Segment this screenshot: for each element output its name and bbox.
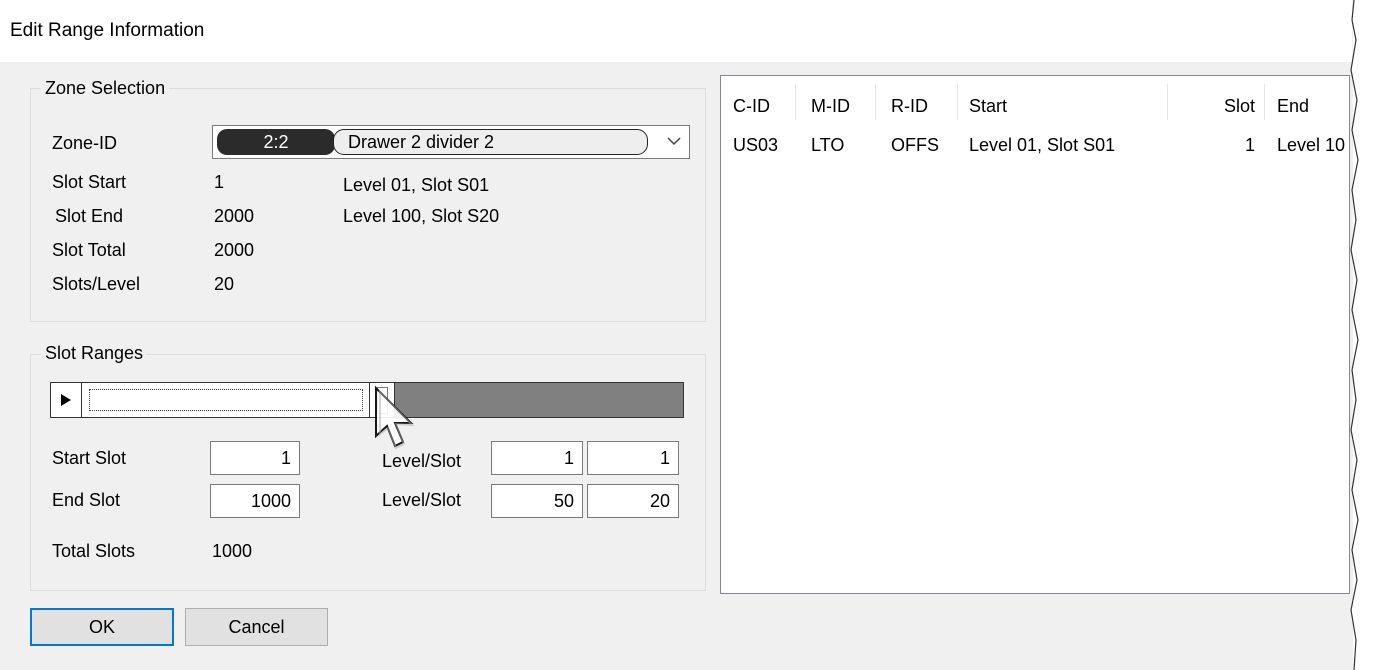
total-slots-value: 1000 [212, 541, 253, 561]
slots-per-level-label: Slots/Level [52, 274, 141, 294]
mouse-cursor-icon [375, 385, 415, 450]
cell-m-id: LTO [811, 135, 845, 155]
slot-start-desc: Level 01, Slot S01 [343, 175, 490, 195]
slot-end-label: Slot End [55, 206, 124, 226]
end-level-slot-label: Level/Slot [382, 490, 462, 510]
edit-range-dialog: Edit Range Information Zone Selection Zo… [0, 0, 1353, 670]
cancel-button[interactable]: Cancel [185, 608, 328, 646]
end-level-input[interactable]: 50 [491, 484, 583, 518]
slider-unselected-range[interactable] [395, 383, 683, 417]
cell-slot: 1 [1244, 135, 1255, 155]
cell-end: Level 10 [1277, 135, 1346, 155]
slot-start-label: Slot Start [52, 172, 127, 192]
window-title: Edit Range Information [10, 20, 205, 41]
range-list[interactable]: C-ID M-ID R-ID Start Slot End US03 LTO O… [720, 75, 1350, 594]
slot-range-slider[interactable] [50, 382, 684, 418]
chevron-down-icon[interactable] [665, 134, 683, 148]
end-slot-input[interactable]: 1000 [210, 484, 300, 518]
slot-start-value: 1 [214, 172, 225, 192]
zone-selection-legend: Zone Selection [41, 78, 170, 99]
column-header-end[interactable]: End [1277, 96, 1309, 117]
slots-per-level-value: 20 [214, 274, 235, 294]
end-slot-label: End Slot [52, 490, 121, 510]
torn-edge-decoration [1350, 0, 1375, 670]
slot-end-desc: Level 100, Slot S20 [343, 206, 500, 226]
column-header-slot[interactable]: Slot [1219, 96, 1255, 117]
start-level-slot-input[interactable]: 1 [587, 441, 679, 475]
cell-start: Level 01, Slot S01 [969, 135, 1116, 155]
slot-end-value: 2000 [214, 206, 255, 226]
slot-total-value: 2000 [214, 240, 255, 260]
start-slot-label: Start Slot [52, 448, 127, 468]
cell-r-id: OFFS [891, 135, 939, 155]
slider-left-handle[interactable] [51, 383, 82, 417]
end-level-slot-input[interactable]: 20 [587, 484, 679, 518]
start-slot-input[interactable]: 1 [210, 441, 300, 475]
zone-id-badge: 2:2 [217, 129, 335, 155]
slot-ranges-legend: Slot Ranges [41, 343, 148, 364]
column-header-m-id[interactable]: M-ID [811, 96, 850, 117]
cell-c-id: US03 [733, 135, 779, 155]
total-slots-label: Total Slots [52, 541, 136, 561]
title-bar: Edit Range Information [0, 0, 1352, 62]
ok-button[interactable]: OK [30, 608, 174, 646]
zone-name-pill: Drawer 2 divider 2 [333, 129, 648, 155]
play-arrow-icon [61, 394, 71, 406]
column-header-start[interactable]: Start [969, 96, 1007, 117]
zone-id-label: Zone-ID [52, 133, 118, 153]
slot-total-label: Slot Total [52, 240, 126, 260]
start-level-input[interactable]: 1 [491, 441, 583, 475]
slider-selected-range[interactable] [89, 389, 363, 411]
column-header-r-id[interactable]: R-ID [891, 96, 928, 117]
column-header-c-id[interactable]: C-ID [733, 96, 770, 117]
zone-id-select[interactable]: 2:2 Drawer 2 divider 2 [212, 125, 690, 159]
